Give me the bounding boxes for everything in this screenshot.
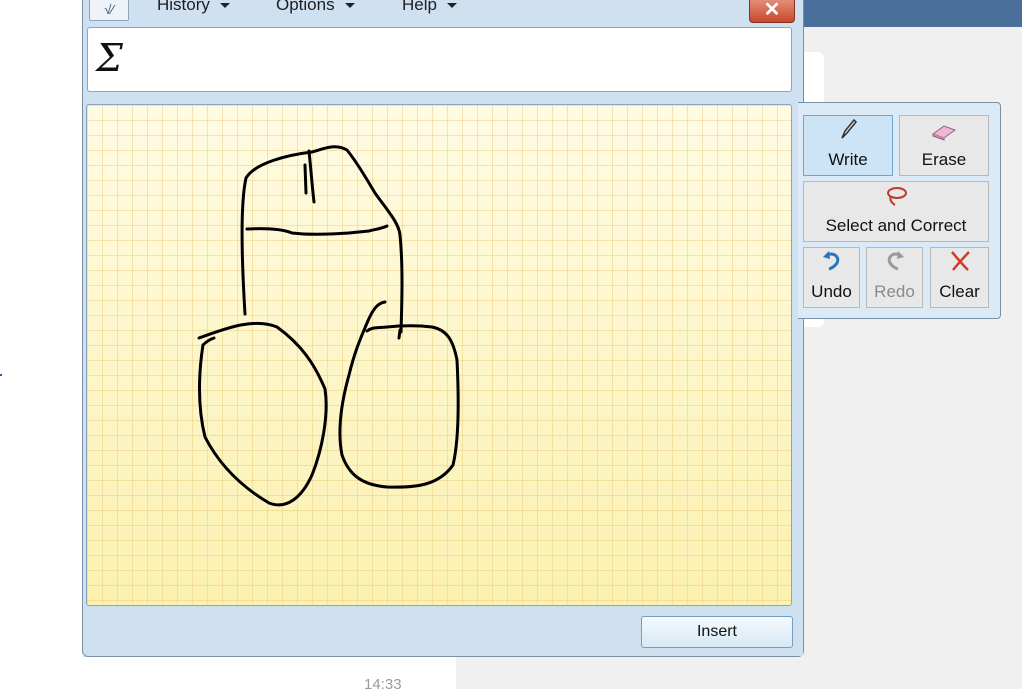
- chevron-down-icon: [344, 2, 355, 8]
- close-icon: ✕: [763, 0, 781, 21]
- menu-options[interactable]: Options: [276, 0, 355, 15]
- menu-history-label: History: [157, 0, 210, 14]
- ink-stroke: [303, 163, 308, 195]
- undo-label: Undo: [811, 282, 852, 301]
- tool-panel: Write Erase Select and Correct Undo Redo…: [798, 102, 1001, 319]
- menu-help[interactable]: Help: [402, 0, 457, 15]
- insert-button[interactable]: Insert: [641, 616, 793, 648]
- ink-stroke: [201, 336, 216, 347]
- handwriting-ink: [197, 145, 460, 507]
- close-button[interactable]: ✕: [749, 0, 795, 23]
- menu-help-label: Help: [402, 0, 437, 14]
- undo-button[interactable]: Undo: [803, 247, 860, 308]
- redo-button[interactable]: Redo: [866, 247, 923, 308]
- redo-arrow-icon: [883, 249, 907, 278]
- undo-arrow-icon: [820, 249, 844, 278]
- background-title-bar: [795, 0, 1022, 27]
- ink-stroke: [197, 321, 328, 507]
- chevron-down-icon: [446, 2, 457, 8]
- clear-label: Clear: [939, 282, 980, 301]
- preview-expression: Σ: [96, 36, 123, 80]
- menu-bar: √∕ History Options Help ✕: [83, 0, 803, 23]
- chevron-down-icon: [219, 2, 230, 8]
- select-and-correct-button[interactable]: Select and Correct: [803, 181, 989, 242]
- red-x-icon: [948, 249, 972, 278]
- background-timestamp: 14:33: [364, 676, 402, 693]
- erase-button[interactable]: Erase: [899, 115, 989, 176]
- clear-button[interactable]: Clear: [930, 247, 989, 308]
- insert-button-label: Insert: [696, 623, 737, 640]
- background-dot: [0, 374, 2, 376]
- ink-stroke: [307, 149, 316, 204]
- ink-stroke: [397, 328, 402, 340]
- write-label: Write: [828, 150, 868, 169]
- erase-label: Erase: [921, 150, 967, 169]
- eraser-icon: [930, 121, 958, 146]
- math-panel-icon[interactable]: √∕: [89, 0, 129, 21]
- write-button[interactable]: Write: [803, 115, 893, 176]
- menu-history[interactable]: History: [157, 0, 230, 15]
- math-input-panel-window: √∕ History Options Help ✕ Σ Insert: [82, 0, 804, 657]
- pen-icon: [837, 117, 859, 146]
- redo-label: Redo: [874, 282, 915, 301]
- menu-options-label: Options: [276, 0, 335, 14]
- select-and-correct-label: Select and Correct: [825, 216, 967, 235]
- recognition-preview: Σ: [87, 27, 792, 92]
- lasso-icon: [883, 185, 909, 212]
- ink-stroke: [245, 224, 389, 236]
- writing-area[interactable]: [86, 104, 792, 606]
